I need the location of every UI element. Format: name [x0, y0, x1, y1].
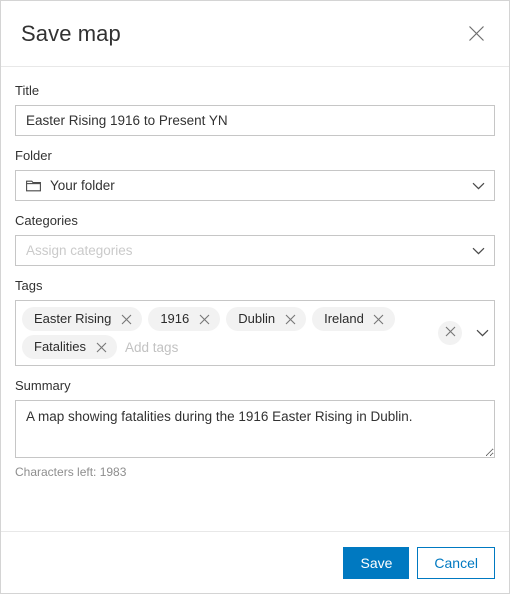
clear-tags-button[interactable]: [438, 321, 462, 345]
tags-label: Tags: [15, 278, 43, 293]
tag-chip[interactable]: 1916: [148, 307, 221, 331]
dialog-body: Title Folder Your folder: [1, 67, 509, 531]
title-label: Title: [15, 83, 40, 98]
save-button[interactable]: Save: [343, 546, 410, 579]
tags-dropdown-toggle[interactable]: [474, 325, 490, 341]
summary-label: Summary: [15, 378, 71, 393]
tag-chip[interactable]: Fatalities: [22, 335, 118, 359]
close-icon[interactable]: [92, 338, 110, 356]
folder-icon: [26, 179, 41, 192]
chevron-down-icon: [470, 243, 486, 259]
tags-chip-list: Easter Rising 1916 Dublin Ireland Fatali…: [22, 306, 434, 360]
close-icon: [468, 25, 485, 42]
page-title: Save map: [21, 20, 121, 46]
close-icon[interactable]: [117, 310, 135, 328]
tag-chip[interactable]: Easter Rising: [22, 307, 143, 331]
title-field-group: Title: [15, 83, 495, 136]
title-input[interactable]: [15, 105, 495, 136]
tags-field-group: Tags Easter Rising 1916 Dublin Ireland F…: [15, 278, 495, 366]
dialog-footer: Save Cancel: [1, 531, 509, 593]
tag-chip-label: Ireland: [324, 311, 364, 326]
close-icon[interactable]: [195, 310, 213, 328]
folder-label: Folder: [15, 148, 52, 163]
categories-select-placeholder: Assign categories: [26, 243, 133, 258]
tags-actions: [434, 321, 490, 345]
tag-chip-label: Fatalities: [34, 339, 87, 354]
tag-chip-label: Easter Rising: [34, 311, 112, 326]
categories-field-group: Categories Assign categories: [15, 213, 495, 266]
chevron-down-icon: [476, 324, 489, 342]
tag-chip-label: Dublin: [238, 311, 276, 326]
close-icon[interactable]: [370, 310, 388, 328]
close-icon: [445, 324, 456, 342]
categories-select[interactable]: Assign categories: [15, 235, 495, 266]
tag-chip-label: 1916: [160, 311, 190, 326]
dialog-header: Save map: [1, 1, 509, 67]
close-dialog-button[interactable]: [461, 19, 491, 49]
categories-label: Categories: [15, 213, 78, 228]
tags-input-box[interactable]: Easter Rising 1916 Dublin Ireland Fatali…: [15, 300, 495, 366]
cancel-button[interactable]: Cancel: [417, 546, 495, 579]
save-map-dialog: Save map Title Folder: [0, 0, 510, 594]
folder-select-value: Your folder: [50, 178, 115, 193]
tag-chip[interactable]: Dublin: [226, 307, 307, 331]
summary-field-group: Summary Characters left: 1983: [15, 378, 495, 479]
chevron-down-icon: [470, 178, 486, 194]
folder-field-group: Folder Your folder: [15, 148, 495, 201]
close-icon[interactable]: [281, 310, 299, 328]
characters-left-text: Characters left: 1983: [15, 465, 127, 479]
folder-select[interactable]: Your folder: [15, 170, 495, 201]
tags-input[interactable]: [123, 335, 434, 359]
tag-chip[interactable]: Ireland: [312, 307, 395, 331]
summary-textarea[interactable]: [15, 400, 495, 458]
